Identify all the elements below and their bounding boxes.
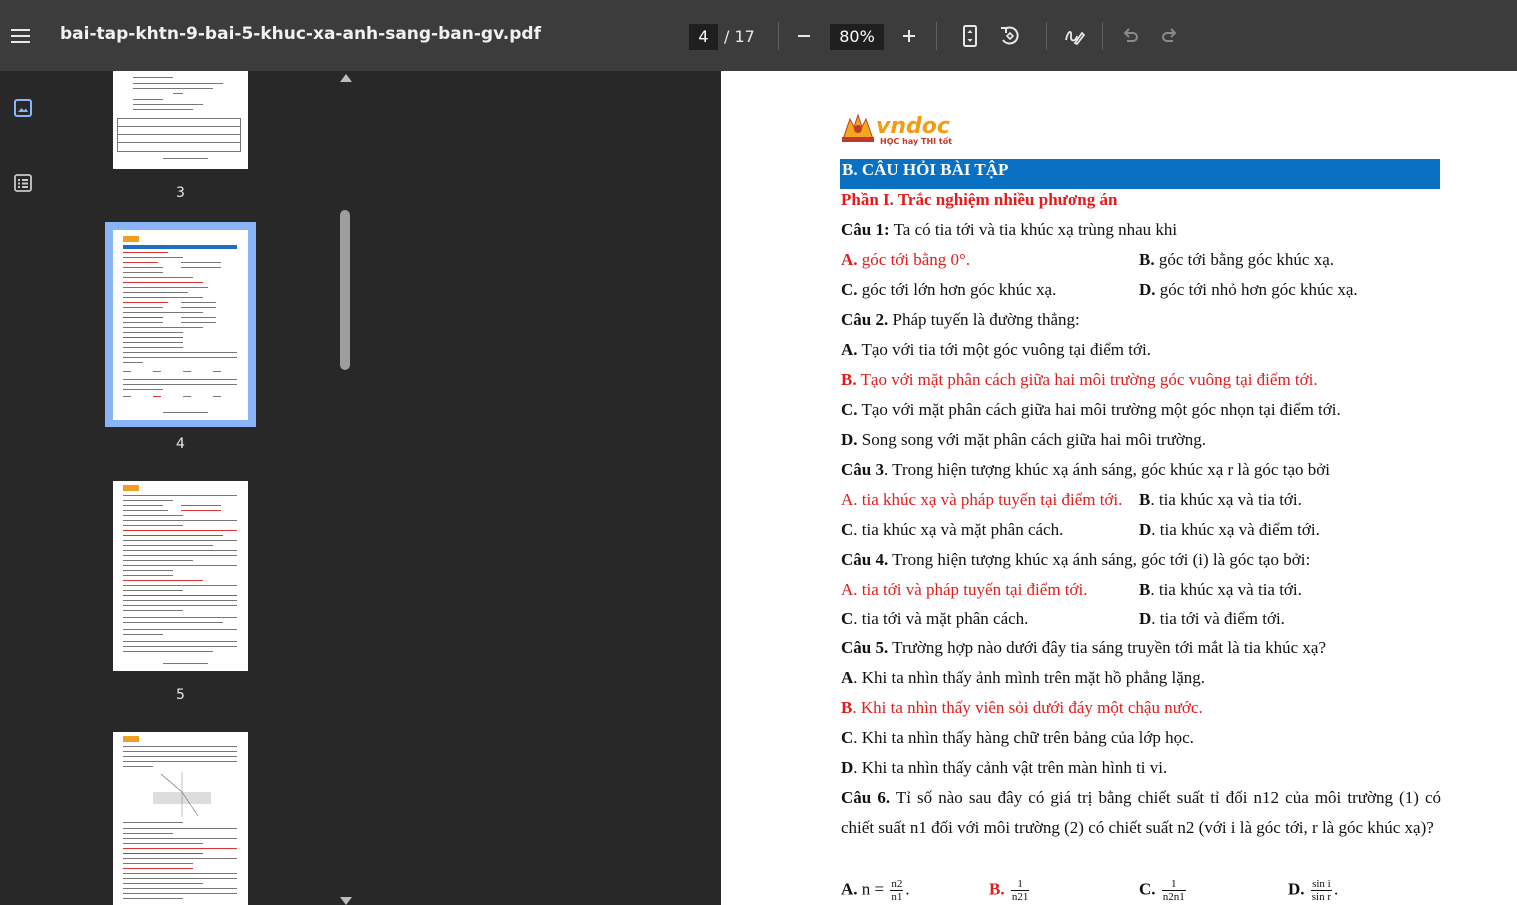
toolbar: bai-tap-khtn-9-bai-5-khuc-xa-anh-sang-ba… — [0, 0, 1517, 71]
q3-option-a: A. tia khúc xạ và pháp tuyến tại điểm tớ… — [841, 490, 1123, 509]
q4-option-c: C. tia tới và mặt phân cách. — [841, 609, 1029, 628]
q6-option-d: D. sin i sin r. — [1288, 878, 1339, 903]
q3-option-b: B. tia khúc xạ và tia tới. — [1139, 490, 1302, 509]
toolbar-divider — [1102, 22, 1103, 50]
q3-option-c: C. tia khúc xạ và mặt phân cách. — [841, 520, 1064, 539]
q4-option-a: A. tia tới và pháp tuyến tại điểm tới. — [841, 580, 1088, 599]
q1-option-c: C. góc tới lớn hơn góc khúc xạ. — [841, 280, 1057, 299]
section-title: B. CÂU HỎI BÀI TẬP — [840, 159, 1440, 189]
outline-view-button[interactable] — [10, 170, 36, 196]
thumbnail-page-5[interactable] — [113, 481, 248, 671]
redo-button[interactable] — [1156, 22, 1184, 50]
menu-icon[interactable] — [8, 23, 34, 49]
draw-icon — [1065, 31, 1085, 46]
question-5: Câu 5. Trường hợp nào dưới đây tia sáng … — [841, 638, 1326, 657]
rotate-button[interactable] — [996, 22, 1024, 50]
scroll-up-arrow-icon[interactable] — [340, 74, 352, 82]
zoom-out-button[interactable] — [790, 22, 818, 50]
fraction: 1 n2n1 — [1161, 878, 1186, 903]
q5-option-b: B. Khi ta nhìn thấy viên sỏi dưới đáy mộ… — [841, 698, 1203, 717]
page-number-input[interactable]: 4 — [689, 24, 718, 50]
q2-option-d: D. Song song với mặt phân cách giữa hai … — [841, 430, 1207, 449]
toolbar-divider — [1046, 22, 1047, 50]
thumbnail-logo — [123, 485, 139, 491]
svg-text:HỌC hay THI tốt: HỌC hay THI tốt — [880, 136, 952, 146]
q2-option-c: C. Tạo với mặt phân cách giữa hai môi tr… — [841, 400, 1341, 419]
q1-option-a: A. góc tới bằng 0°. — [841, 250, 971, 269]
q5-option-a: A. Khi ta nhìn thấy ảnh mình trên mặt hồ… — [841, 668, 1206, 687]
toolbar-divider — [936, 22, 937, 50]
q3-option-d: D. tia khúc xạ và điểm tới. — [1139, 520, 1320, 539]
fit-page-icon — [963, 25, 977, 47]
zoom-in-button[interactable] — [895, 22, 923, 50]
question-2: Câu 2. Pháp tuyến là đường thẳng: — [841, 310, 1080, 329]
thumbnail-logo — [123, 236, 139, 242]
pdf-viewer-app: bai-tap-khtn-9-bai-5-khuc-xa-anh-sang-ba… — [0, 0, 1517, 905]
q5-option-d: D. Khi ta nhìn thấy cảnh vật trên màn hì… — [841, 758, 1168, 777]
undo-button[interactable] — [1116, 22, 1144, 50]
question-3: Câu 3. Trong hiện tượng khúc xạ ánh sáng… — [841, 460, 1330, 479]
thumbnail-sidebar: 3 4 5 — [45, 71, 355, 905]
svg-text:vndoc: vndoc — [876, 114, 950, 139]
thumbnail-page-4[interactable] — [113, 230, 248, 420]
q6-option-c: C. 1 n2n1 — [1139, 878, 1186, 903]
fraction: 1 n21 — [1010, 878, 1030, 903]
document-viewport[interactable]: vndoc HỌC hay THI tốt B. CÂU HỎI BÀI TẬP… — [355, 71, 1517, 905]
document-title: bai-tap-khtn-9-bai-5-khuc-xa-anh-sang-ba… — [60, 24, 541, 44]
rotate-icon — [1001, 26, 1019, 45]
thumbnail-page-6[interactable] — [113, 732, 248, 905]
question-6: Câu 6. Tỉ số nào sau đây có giá trị bằng… — [841, 788, 1442, 837]
thumbnails-view-button[interactable] — [10, 95, 36, 121]
q5-option-c: C. Khi ta nhìn thấy hàng chữ trên bảng c… — [841, 728, 1194, 747]
thumbnail-logo — [123, 736, 139, 742]
scroll-down-arrow-icon[interactable] — [340, 897, 352, 905]
q1-option-d: D. góc tới nhỏ hơn góc khúc xạ. — [1139, 280, 1358, 299]
image-icon — [14, 99, 32, 117]
question-4: Câu 4. Trong hiện tượng khúc xạ ánh sáng… — [841, 550, 1311, 569]
question-1: Câu 1: Ta có tia tới và tia khúc xạ trùn… — [841, 220, 1178, 239]
sidebar-rail — [0, 71, 45, 905]
thumbnail-table — [117, 118, 241, 152]
minus-icon — [798, 35, 810, 37]
q2-option-a: A. Tạo với tia tới một góc vuông tại điể… — [841, 340, 1151, 359]
scrollbar-thumb[interactable] — [340, 210, 350, 370]
redo-icon — [1162, 28, 1177, 42]
page-total: / 17 — [724, 27, 755, 46]
fraction: sin i sin r — [1310, 878, 1333, 903]
pdf-page: vndoc HỌC hay THI tốt B. CÂU HỎI BÀI TẬP… — [721, 71, 1517, 905]
q4-option-b: B. tia khúc xạ và tia tới. — [1139, 580, 1302, 599]
vndoc-logo: vndoc HỌC hay THI tốt — [840, 109, 952, 147]
thumbnail-scrollbar[interactable] — [338, 71, 354, 905]
plus-icon — [903, 30, 915, 42]
q6-option-b: B. 1 n21 — [989, 878, 1030, 903]
q4-option-d: D. tia tới và điểm tới. — [1139, 609, 1285, 628]
list-icon — [14, 174, 32, 192]
undo-icon — [1123, 28, 1138, 42]
thumbnail-label: 3 — [176, 185, 185, 201]
thumbnail-label: 4 — [176, 436, 185, 452]
draw-button[interactable] — [1060, 22, 1088, 50]
part-title: Phần I. Trắc nghiệm nhiều phương án — [841, 190, 1118, 209]
logo-image: vndoc HỌC hay THI tốt — [842, 113, 952, 146]
thumbnail-label: 5 — [176, 687, 185, 703]
toolbar-divider — [778, 22, 779, 50]
q2-option-b: B. Tạo với mặt phân cách giữa hai môi tr… — [841, 370, 1318, 389]
thumbnail-page-3[interactable] — [113, 71, 248, 169]
q6-option-a: A. n = n2 n1. — [841, 878, 910, 903]
q1-option-b: B. góc tới bằng góc khúc xạ. — [1139, 250, 1335, 269]
thumbnail-diagram — [153, 772, 211, 817]
fit-page-button[interactable] — [956, 22, 984, 50]
fraction: n2 n1 — [890, 878, 904, 903]
zoom-input[interactable]: 80% — [830, 24, 884, 50]
